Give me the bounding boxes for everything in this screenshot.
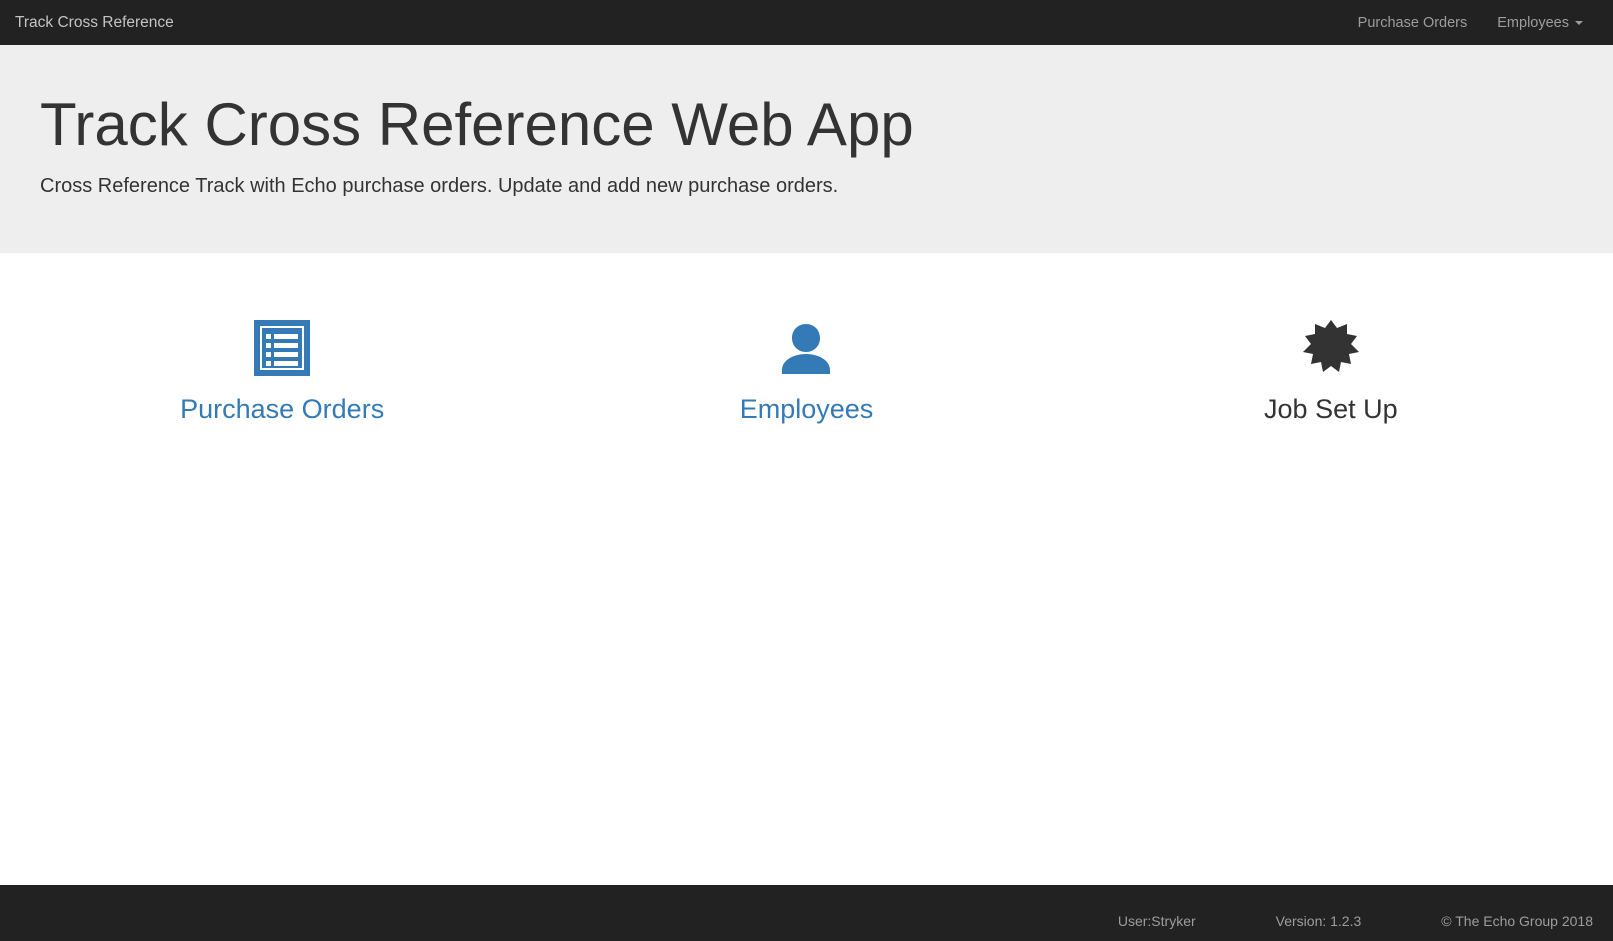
nav-item-label: Employees: [1497, 15, 1569, 31]
footer-user: User:Stryker: [1118, 913, 1196, 929]
chevron-down-icon: [1575, 21, 1583, 25]
jumbotron: Track Cross Reference Web App Cross Refe…: [0, 45, 1613, 253]
navbar: Track Cross Reference Purchase Orders Em…: [0, 0, 1613, 45]
page-title: Track Cross Reference Web App: [40, 90, 1583, 159]
main-content: Purchase Orders Employees Job Set Up: [0, 253, 1613, 885]
footer: User:Stryker Version: 1.2.3 © The Echo G…: [0, 885, 1613, 941]
tile-label: Employees: [564, 394, 1048, 425]
footer-version: Version: 1.2.3: [1276, 913, 1362, 929]
tile-employees[interactable]: Employees: [564, 308, 1048, 425]
footer-copyright: © The Echo Group 2018: [1441, 913, 1593, 929]
user-icon: [564, 308, 1048, 388]
nav-item-employees[interactable]: Employees: [1482, 3, 1598, 43]
tile-label: Purchase Orders: [40, 394, 524, 425]
navbar-brand[interactable]: Track Cross Reference: [15, 14, 189, 32]
tiles-row: Purchase Orders Employees Job Set Up: [40, 308, 1573, 425]
page-subtitle: Cross Reference Track with Echo purchase…: [40, 175, 1583, 198]
nav-item-label: Purchase Orders: [1358, 15, 1468, 31]
nav-item-purchase-orders[interactable]: Purchase Orders: [1343, 3, 1483, 43]
tile-label: Job Set Up: [1089, 394, 1573, 425]
certificate-icon: [1089, 308, 1573, 388]
list-alt-icon: [40, 308, 524, 388]
tile-purchase-orders[interactable]: Purchase Orders: [40, 308, 524, 425]
tile-job-setup[interactable]: Job Set Up: [1089, 308, 1573, 425]
navbar-nav: Purchase Orders Employees: [1343, 3, 1598, 43]
